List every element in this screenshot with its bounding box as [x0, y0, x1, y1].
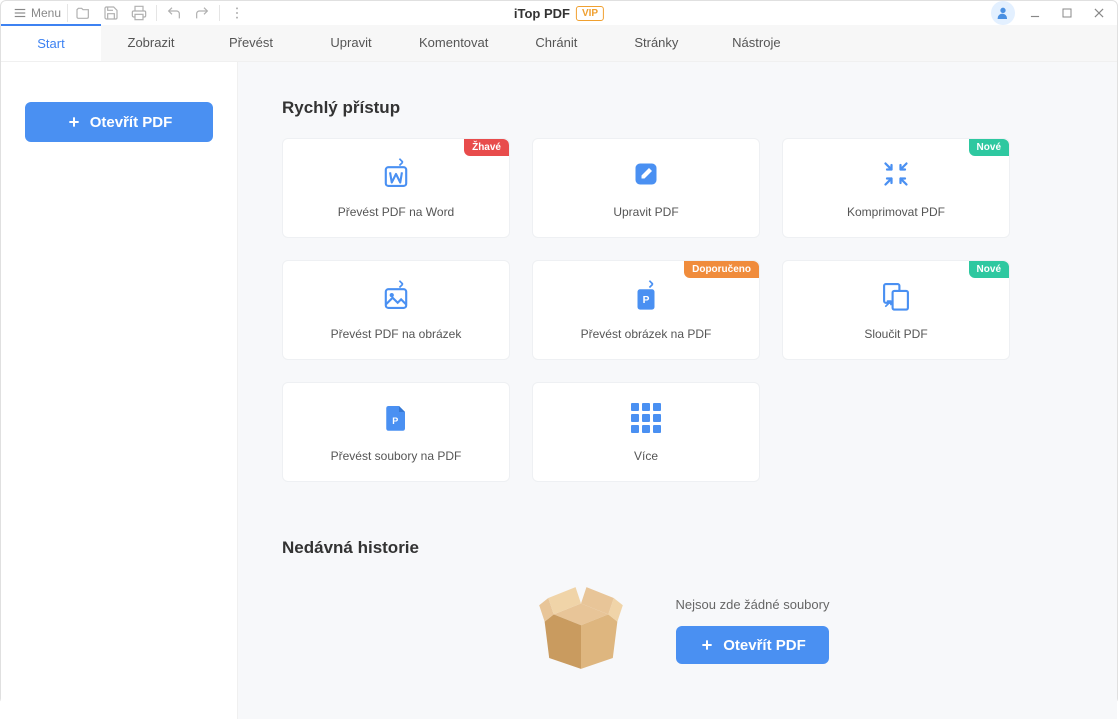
card-pdf-to-word[interactable]: Žhavé Převést PDF na Word: [282, 138, 510, 238]
merge-icon: [879, 279, 913, 313]
file-pdf-icon: P: [379, 401, 413, 435]
card-label: Sloučit PDF: [864, 327, 927, 341]
folder-open-icon: [75, 5, 91, 21]
compress-icon: [879, 157, 913, 191]
card-pdf-to-image[interactable]: Převést PDF na obrázek: [282, 260, 510, 360]
card-label: Více: [634, 449, 658, 463]
edit-icon: [629, 157, 663, 191]
open-pdf-label: Otevřít PDF: [90, 114, 173, 131]
hamburger-icon: [13, 6, 27, 20]
open-pdf-button[interactable]: Otevřít PDF: [25, 102, 213, 142]
titlebar-left: Menu: [7, 1, 250, 25]
user-account-button[interactable]: [991, 1, 1015, 25]
save-icon: [103, 5, 119, 21]
svg-text:P: P: [392, 416, 398, 426]
card-label: Převést PDF na obrázek: [331, 327, 462, 341]
apps-grid-icon: [629, 401, 663, 435]
tab-komentovat[interactable]: Komentovat: [401, 25, 506, 61]
card-label: Převést obrázek na PDF: [581, 327, 712, 341]
empty-right: Nejsou zde žádné soubory Otevřít PDF: [676, 597, 830, 664]
save-button[interactable]: [98, 1, 124, 25]
word-icon: [379, 157, 413, 191]
tab-zobrazit[interactable]: Zobrazit: [101, 25, 201, 61]
divider: [219, 5, 220, 21]
image-icon: [379, 279, 413, 313]
close-icon: [1092, 6, 1106, 20]
card-compress-pdf[interactable]: Nové Komprimovat PDF: [782, 138, 1010, 238]
card-more[interactable]: Více: [532, 382, 760, 482]
tab-label: Převést: [229, 35, 273, 50]
open-file-button[interactable]: [70, 1, 96, 25]
history-empty: Nejsou zde žádné soubory Otevřít PDF: [282, 578, 1073, 683]
titlebar: Menu iTop PDF VIP: [1, 1, 1117, 25]
main-content: Rychlý přístup Žhavé Převést PDF na Word…: [238, 62, 1117, 719]
app-title: iTop PDF: [514, 6, 570, 21]
card-edit-pdf[interactable]: Upravit PDF: [532, 138, 760, 238]
user-icon: [995, 5, 1011, 21]
quick-access-grid: Žhavé Převést PDF na Word Upravit PDF No…: [282, 138, 1073, 482]
badge-new: Nové: [969, 139, 1009, 156]
body: Otevřít PDF Rychlý přístup Žhavé Převést…: [1, 62, 1117, 719]
redo-button[interactable]: [189, 1, 215, 25]
undo-button[interactable]: [161, 1, 187, 25]
open-pdf-button-history[interactable]: Otevřít PDF: [676, 626, 830, 664]
card-label: Převést PDF na Word: [338, 205, 454, 219]
titlebar-center: iTop PDF VIP: [514, 6, 604, 21]
titlebar-right: [991, 1, 1111, 25]
menu-button[interactable]: Menu: [7, 4, 68, 22]
open-pdf-label: Otevřít PDF: [723, 637, 806, 654]
minimize-button[interactable]: [1023, 1, 1047, 25]
redo-icon: [194, 5, 210, 21]
tab-label: Upravit: [330, 35, 371, 50]
tab-prevest[interactable]: Převést: [201, 25, 301, 61]
badge-recommend: Doporučeno: [684, 261, 759, 278]
minimize-icon: [1028, 6, 1042, 20]
badge-hot: Žhavé: [464, 139, 509, 156]
print-button[interactable]: [126, 1, 152, 25]
card-label: Upravit PDF: [613, 205, 678, 219]
sidebar: Otevřít PDF: [1, 62, 238, 719]
print-icon: [131, 5, 147, 21]
tab-chranit[interactable]: Chránit: [506, 25, 606, 61]
card-image-to-pdf[interactable]: Doporučeno P Převést obrázek na PDF: [532, 260, 760, 360]
history-title: Nedávná historie: [282, 538, 1073, 558]
empty-text: Nejsou zde žádné soubory: [676, 597, 830, 612]
vip-badge[interactable]: VIP: [576, 6, 604, 21]
tab-upravit[interactable]: Upravit: [301, 25, 401, 61]
close-button[interactable]: [1087, 1, 1111, 25]
tab-label: Komentovat: [419, 35, 488, 50]
empty-box-icon: [526, 578, 636, 683]
history-section: Nedávná historie Nejsou zde žádné soubor…: [282, 538, 1073, 683]
tab-stranky[interactable]: Stránky: [606, 25, 706, 61]
card-label: Převést soubory na PDF: [331, 449, 462, 463]
quick-access-title: Rychlý přístup: [282, 98, 1073, 118]
maximize-icon: [1061, 7, 1073, 19]
tab-label: Start: [37, 36, 64, 51]
undo-icon: [166, 5, 182, 21]
pdf-icon: P: [629, 279, 663, 313]
badge-new: Nové: [969, 261, 1009, 278]
tabbar: Start Zobrazit Převést Upravit Komentova…: [1, 25, 1117, 62]
card-merge-pdf[interactable]: Nové Sloučit PDF: [782, 260, 1010, 360]
tab-label: Nástroje: [732, 35, 780, 50]
plus-icon: [66, 114, 82, 130]
tab-label: Stránky: [634, 35, 678, 50]
svg-text:P: P: [643, 295, 650, 306]
dots-vertical-icon: [229, 5, 245, 21]
tab-label: Chránit: [535, 35, 577, 50]
card-files-to-pdf[interactable]: P Převést soubory na PDF: [282, 382, 510, 482]
plus-icon: [699, 637, 715, 653]
menu-label: Menu: [31, 6, 61, 20]
tab-label: Zobrazit: [128, 35, 175, 50]
card-label: Komprimovat PDF: [847, 205, 945, 219]
tab-nastroje[interactable]: Nástroje: [706, 25, 806, 61]
divider: [156, 5, 157, 21]
tab-start[interactable]: Start: [1, 24, 101, 61]
more-button[interactable]: [224, 1, 250, 25]
maximize-button[interactable]: [1055, 1, 1079, 25]
